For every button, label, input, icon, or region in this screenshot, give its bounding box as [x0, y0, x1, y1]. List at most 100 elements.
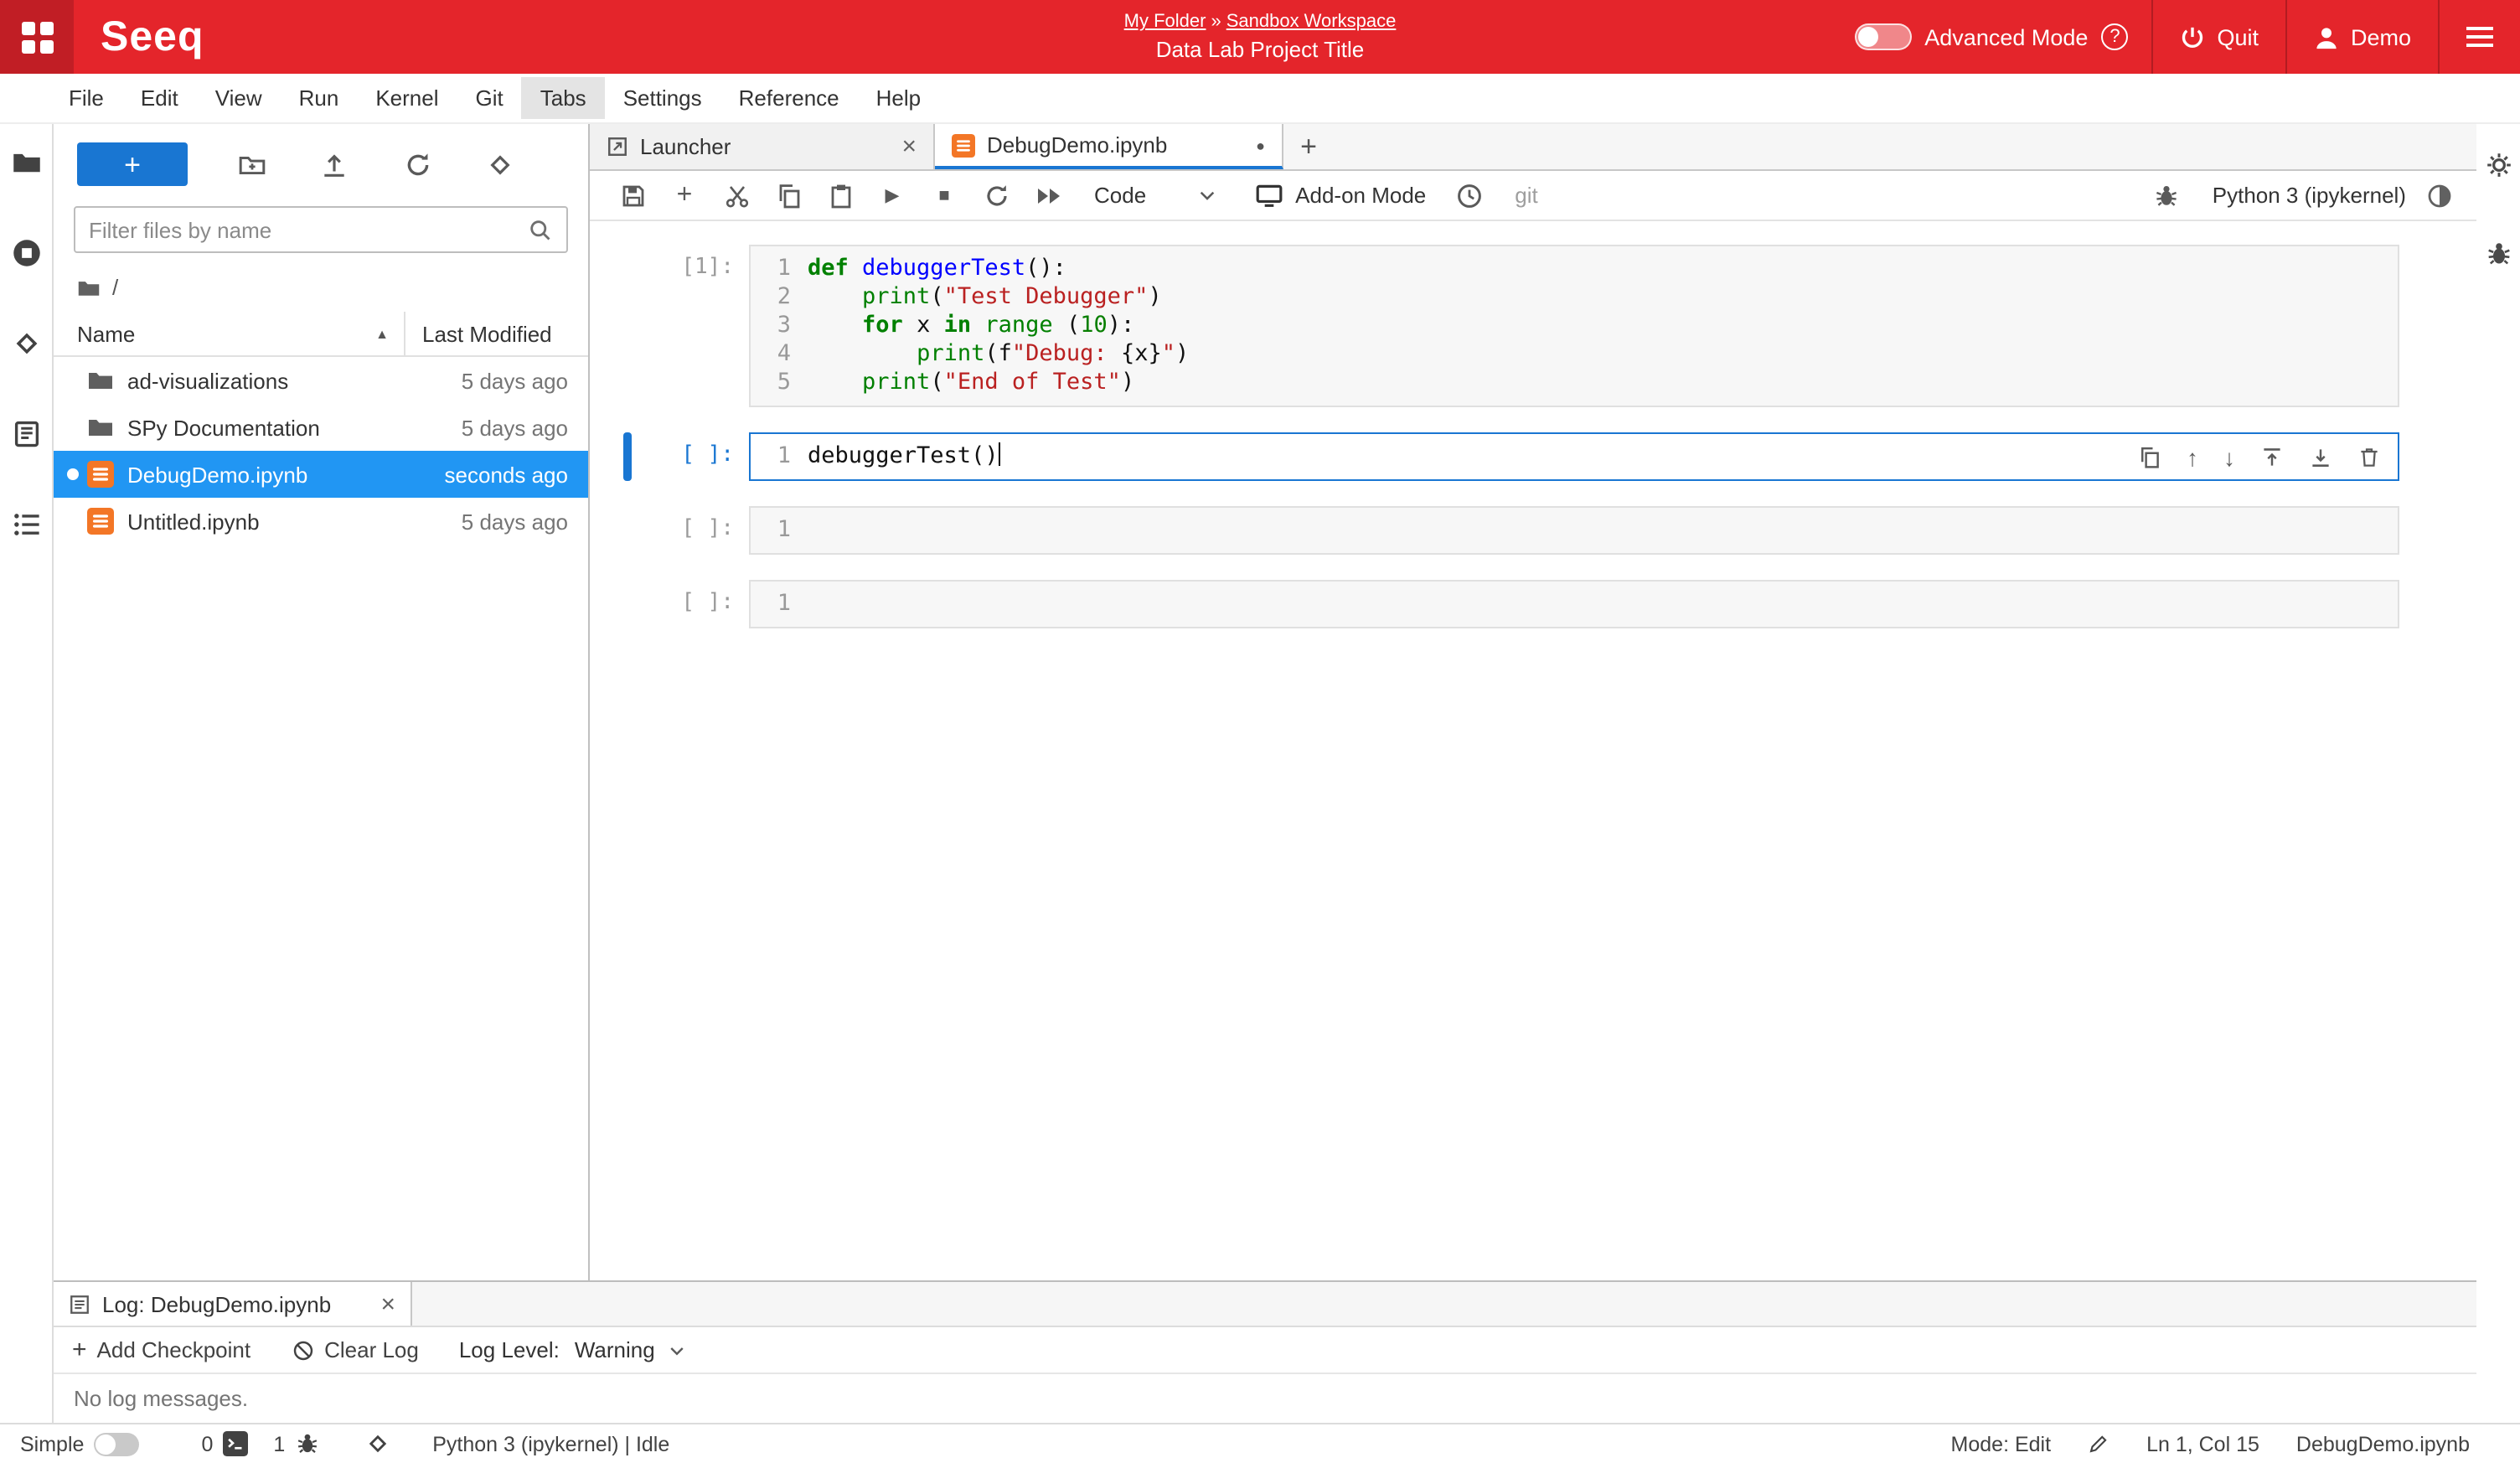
app-switcher-button[interactable]: [0, 0, 74, 74]
addon-mode-button[interactable]: Add-on Mode: [1255, 181, 1426, 209]
debugger-icon[interactable]: [2140, 182, 2192, 209]
terminals-count-item[interactable]: 0: [201, 1431, 248, 1456]
menu-run[interactable]: Run: [281, 77, 358, 119]
breadcrumb-my-folder-link[interactable]: My Folder: [1124, 12, 1206, 32]
column-header-modified[interactable]: Last Modified: [404, 312, 588, 355]
file-list: ad-visualizations 5 days ago SPy Documen…: [54, 357, 588, 1280]
quit-label: Quit: [2217, 24, 2259, 49]
log-level-label: Log Level:: [459, 1337, 560, 1362]
tab-notebook-active[interactable]: DebugDemo.ipynb ●: [935, 124, 1283, 169]
close-icon[interactable]: ×: [380, 1291, 395, 1316]
copy-cells-icon[interactable]: [762, 171, 814, 220]
user-label: Demo: [2351, 24, 2411, 49]
cell-editor[interactable]: 12345 def debuggerTest(): print("Test De…: [749, 245, 2399, 407]
menu-settings[interactable]: Settings: [605, 77, 720, 119]
code-area[interactable]: [808, 590, 2398, 618]
new-tab-button[interactable]: +: [1283, 124, 1334, 169]
help-icon[interactable]: ?: [2101, 23, 2128, 50]
cell-editor[interactable]: 1: [749, 506, 2399, 555]
file-row-selected[interactable]: DebugDemo.ipynb seconds ago: [54, 451, 588, 498]
new-folder-icon[interactable]: [235, 147, 270, 182]
restart-kernel-icon[interactable]: [970, 171, 1022, 220]
add-cell-icon[interactable]: +: [658, 171, 710, 220]
save-icon[interactable]: [607, 171, 658, 220]
code-area[interactable]: def debuggerTest(): print("Test Debugger…: [808, 255, 2398, 397]
refresh-icon[interactable]: [400, 147, 435, 182]
menu-file[interactable]: File: [50, 77, 122, 119]
git-icon[interactable]: [11, 328, 41, 359]
table-of-contents-icon[interactable]: [11, 509, 41, 540]
menu-reference[interactable]: Reference: [720, 77, 858, 119]
document-area: Launcher × DebugDemo.ipynb ● +: [590, 124, 2476, 1280]
menu-git[interactable]: Git: [457, 77, 522, 119]
file-row[interactable]: SPy Documentation 5 days ago: [54, 404, 588, 451]
history-icon[interactable]: [1443, 171, 1495, 220]
log-empty-message: No log messages.: [54, 1374, 2476, 1423]
kernel-status-text[interactable]: Python 3 (ipykernel) | Idle: [432, 1432, 669, 1455]
restart-run-all-icon[interactable]: [1022, 171, 1074, 220]
kernel-status-icon[interactable]: [2426, 182, 2453, 209]
menu-help[interactable]: Help: [858, 77, 940, 119]
menu-kernel[interactable]: Kernel: [357, 77, 457, 119]
code-area[interactable]: [808, 516, 2398, 545]
quit-button[interactable]: Quit: [2153, 0, 2285, 74]
file-name: Untitled.ipynb: [127, 509, 462, 534]
seeq-logo[interactable]: Seeq: [101, 13, 204, 61]
cell-type-select[interactable]: Code: [1094, 183, 1218, 208]
debugger-panel-icon[interactable]: [2484, 240, 2512, 268]
add-checkpoint-button[interactable]: + Add Checkpoint: [72, 1337, 250, 1362]
cell-editor[interactable]: 1 debuggerTest() ↑ ↓: [749, 432, 2399, 481]
breadcrumb-root[interactable]: /: [112, 275, 118, 300]
run-cell-icon[interactable]: ▶: [866, 171, 918, 220]
kernel-name-button[interactable]: Python 3 (ipykernel): [2213, 183, 2406, 208]
code-cell-active[interactable]: [ ]: 1 debuggerTest() ↑ ↓: [623, 432, 2399, 481]
move-cell-up-icon[interactable]: ↑: [2187, 445, 2198, 468]
running-kernels-icon[interactable]: [11, 238, 41, 268]
menu-tabs[interactable]: Tabs: [522, 77, 605, 119]
tab-launcher[interactable]: Launcher ×: [590, 124, 935, 169]
paste-cells-icon[interactable]: [814, 171, 866, 220]
file-name: ad-visualizations: [127, 368, 462, 393]
duplicate-cell-icon[interactable]: [2138, 445, 2161, 468]
new-launcher-button[interactable]: +: [77, 142, 188, 186]
close-icon[interactable]: ×: [901, 134, 917, 159]
cell-editor[interactable]: 1: [749, 580, 2399, 628]
code-cell[interactable]: [ ]: 1: [623, 506, 2399, 555]
stop-kernel-icon[interactable]: ■: [918, 171, 970, 220]
user-menu-button[interactable]: Demo: [2287, 0, 2438, 74]
kernels-count-item[interactable]: 1: [273, 1431, 320, 1456]
file-browser-breadcrumb[interactable]: /: [54, 253, 588, 312]
git-toolbar-label[interactable]: git: [1515, 183, 1537, 208]
menu-edit[interactable]: Edit: [122, 77, 197, 119]
column-header-name[interactable]: Name ▲: [54, 312, 404, 355]
code-cell[interactable]: [ ]: 1: [623, 580, 2399, 628]
code-cell[interactable]: [1]: 12345 def debuggerTest(): print("Te…: [623, 245, 2399, 407]
menu-view[interactable]: View: [197, 77, 281, 119]
filter-files-input[interactable]: [89, 217, 518, 242]
cut-cells-icon[interactable]: [710, 171, 762, 220]
file-row[interactable]: ad-visualizations 5 days ago: [54, 357, 588, 404]
clear-log-button[interactable]: Clear Log: [291, 1337, 419, 1362]
file-browser-icon[interactable]: [11, 147, 41, 178]
delete-cell-icon[interactable]: [2357, 445, 2381, 468]
upload-icon[interactable]: [318, 147, 353, 182]
move-cell-down-icon[interactable]: ↓: [2223, 445, 2235, 468]
simple-mode-toggle[interactable]: [94, 1432, 139, 1455]
extension-manager-icon[interactable]: [11, 419, 41, 449]
unsaved-changes-dot: ●: [1256, 137, 1265, 153]
waffle-grid-icon: [21, 21, 53, 53]
power-icon: [2180, 24, 2205, 49]
file-row[interactable]: Untitled.ipynb 5 days ago: [54, 498, 588, 545]
log-level-select[interactable]: Warning: [575, 1337, 687, 1362]
git-clone-icon[interactable]: [483, 147, 518, 182]
insert-cell-below-icon[interactable]: [2309, 445, 2332, 468]
kernels-count: 1: [273, 1432, 285, 1455]
property-inspector-icon[interactable]: [2484, 151, 2512, 179]
hamburger-menu-icon[interactable]: [2440, 0, 2520, 74]
git-status-item[interactable]: [365, 1431, 390, 1456]
insert-cell-above-icon[interactable]: [2260, 445, 2284, 468]
cursor-position-label[interactable]: Ln 1, Col 15: [2146, 1432, 2259, 1455]
breadcrumb-workspace-link[interactable]: Sandbox Workspace: [1226, 12, 1397, 32]
tab-log[interactable]: Log: DebugDemo.ipynb ×: [54, 1282, 412, 1326]
advanced-mode-toggle[interactable]: [1854, 23, 1911, 50]
